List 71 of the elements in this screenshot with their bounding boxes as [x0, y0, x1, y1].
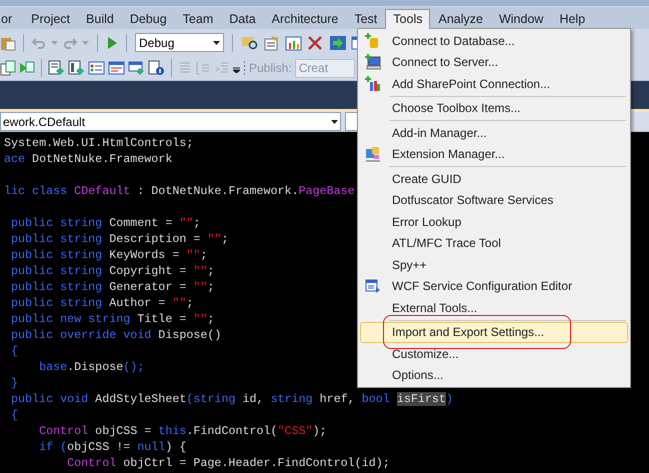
code-line: public override void Dispose()	[10, 328, 222, 342]
code-line: public string Copyright = "";	[10, 264, 214, 278]
configuration-dropdown[interactable]: Debug	[135, 33, 224, 52]
code-line: }	[10, 376, 18, 390]
find-icon[interactable]	[241, 34, 259, 50]
copy-icon[interactable]	[0, 60, 16, 76]
list-icon[interactable]	[88, 60, 105, 76]
extension-icon	[365, 146, 381, 162]
menu-entry[interactable]: Connect to Server...	[360, 52, 628, 73]
menu-entry[interactable]: Create GUID	[360, 168, 628, 190]
code-line: base.Dispose();	[38, 360, 144, 374]
menu-item[interactable]: or	[0, 9, 24, 29]
code-line: System.Web.UI.HtmlControls;	[4, 136, 194, 150]
menu-item[interactable]: Data	[221, 9, 264, 29]
menu-item[interactable]: Build	[78, 9, 122, 29]
menu-entry[interactable]: Import and Export Settings...	[360, 322, 628, 343]
menu-entry[interactable]: Spy++	[360, 254, 628, 276]
form-icon[interactable]	[68, 60, 85, 76]
list-icon[interactable]	[108, 60, 125, 76]
properties-icon[interactable]	[263, 34, 281, 50]
code-line: ace DotNetNuke.Framework	[4, 152, 172, 166]
code-line: Control objCSS = this.FindControl("CSS");	[38, 424, 327, 438]
menu-item[interactable]: Architecture	[264, 9, 346, 29]
menu-entry[interactable]: Connect to Database...	[360, 30, 628, 52]
menu-entry[interactable]: Add SharePoint Connection...	[360, 73, 628, 94]
info-icon[interactable]	[148, 60, 165, 76]
dropdown-caret-icon[interactable]	[331, 120, 338, 124]
type-dropdown[interactable]: ework.CDefault	[0, 112, 341, 131]
menu-entry[interactable]: Extension Manager...	[360, 144, 628, 165]
menu-item[interactable]: Test	[346, 9, 386, 29]
menu-entry[interactable]: Error Lookup	[360, 211, 628, 232]
people-add-icon	[365, 76, 381, 92]
menu-item[interactable]: Tools	[385, 9, 430, 29]
menu-item[interactable]: Debug	[122, 9, 175, 29]
menu-entry[interactable]: ATL/MFC Trace Tool	[360, 232, 628, 254]
menu-entry[interactable]: Choose Toolbox Items...	[360, 98, 628, 119]
code-line: if (objCSS != null) {	[38, 440, 186, 454]
grip-icon[interactable]	[243, 60, 246, 76]
tools-icon[interactable]	[307, 34, 325, 50]
menu-entry[interactable]: WCF Service Configuration Editor	[360, 276, 628, 297]
code-line: public string Comment = "";	[10, 216, 200, 230]
copy-icon[interactable]	[19, 60, 35, 76]
form-icon[interactable]	[48, 60, 65, 76]
menu-entry[interactable]: External Tools...	[360, 297, 628, 318]
code-line: public new string Title = "";	[10, 312, 214, 326]
window-icon[interactable]	[128, 60, 145, 76]
dropdown-caret-icon[interactable]	[213, 40, 220, 44]
database-add-icon	[365, 32, 381, 49]
start-icon[interactable]	[106, 36, 118, 50]
menu-entry[interactable]: Customize...	[360, 343, 628, 364]
chart-window-icon[interactable]	[285, 34, 303, 50]
code-line: public string Description = "";	[10, 232, 228, 246]
menu-entry[interactable]: Options...	[360, 364, 628, 386]
code-line: Control objCtrl = Page.Header.FindControl(id);	[66, 456, 390, 470]
server-add-icon	[365, 54, 381, 70]
code-line: public string KeyWords = "";	[10, 248, 208, 262]
code-line: {	[10, 344, 18, 358]
publish-label: Publish:	[249, 60, 292, 77]
code-line: public void AddStyleSheet(string id, string href, bool isFirst)	[10, 392, 453, 406]
code-line: lic class CDefault : DotNetNuke.Framework.PageBase	[4, 184, 355, 198]
code-line: public string Author = "";	[10, 296, 194, 310]
code-line: public string Generator = "";	[10, 280, 214, 294]
code-line: {	[10, 408, 18, 422]
menu-item[interactable]: Project	[23, 9, 78, 29]
config-editor-icon	[365, 278, 381, 294]
menu-item[interactable]: Help	[551, 9, 594, 29]
menu-entry[interactable]: Add-in Manager...	[360, 122, 628, 144]
menu-item[interactable]: Team	[174, 9, 222, 29]
menu-item[interactable]: Window	[490, 9, 552, 29]
menu-item[interactable]: Analyze	[430, 9, 491, 29]
menu-entry[interactable]: Dotfuscator Software Services	[360, 190, 628, 211]
